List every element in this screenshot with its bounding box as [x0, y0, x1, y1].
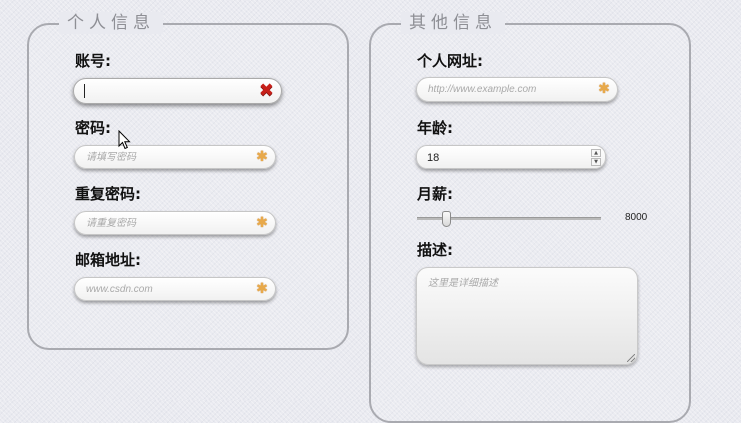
asterisk-icon: ✱	[598, 81, 610, 97]
salary-label: 月薪:	[417, 185, 453, 203]
email-label: 邮箱地址:	[75, 251, 141, 269]
mouse-pointer-icon	[118, 130, 131, 150]
age-value: 18	[427, 152, 440, 164]
email-placeholder: www.csdn.com	[86, 284, 153, 295]
description-label: 描述:	[417, 241, 453, 259]
x-icon: ✖	[258, 80, 274, 101]
description-placeholder: 这里是详细描述	[428, 278, 498, 289]
asterisk-icon: ✱	[256, 215, 268, 231]
personal-info-legend: 个人信息	[59, 12, 163, 34]
password-placeholder: 请填写密码	[86, 152, 136, 163]
confirm-password-label: 重复密码:	[75, 185, 141, 203]
age-label: 年龄:	[417, 119, 453, 137]
spinner-down-icon[interactable]: ▼	[591, 158, 601, 166]
text-caret	[84, 84, 85, 98]
website-placeholder: http://www.example.com	[428, 84, 537, 95]
age-number-input[interactable]: 18 ▲ ▼	[416, 145, 606, 169]
salary-slider-thumb[interactable]	[441, 211, 451, 227]
description-textarea[interactable]: 这里是详细描述	[416, 267, 638, 365]
confirm-password-input[interactable]: 请重复密码 ✱	[74, 211, 276, 235]
spinner-up-icon[interactable]: ▲	[591, 149, 601, 157]
asterisk-icon: ✱	[256, 281, 268, 297]
account-label: 账号:	[75, 52, 111, 70]
account-input[interactable]: ✖	[73, 78, 282, 104]
other-info-legend: 其他信息	[401, 12, 505, 34]
email-input[interactable]: www.csdn.com ✱	[74, 277, 276, 301]
resize-grip-icon[interactable]	[627, 354, 635, 362]
confirm-password-placeholder: 请重复密码	[86, 218, 136, 229]
password-input[interactable]: 请填写密码 ✱	[74, 145, 276, 169]
spinner-arrows-icon[interactable]: ▲ ▼	[591, 149, 601, 167]
website-input[interactable]: http://www.example.com ✱	[416, 77, 618, 102]
asterisk-icon: ✱	[256, 149, 268, 165]
salary-value: 8000	[625, 212, 648, 223]
password-label: 密码:	[75, 119, 111, 137]
website-label: 个人网址:	[417, 52, 483, 70]
